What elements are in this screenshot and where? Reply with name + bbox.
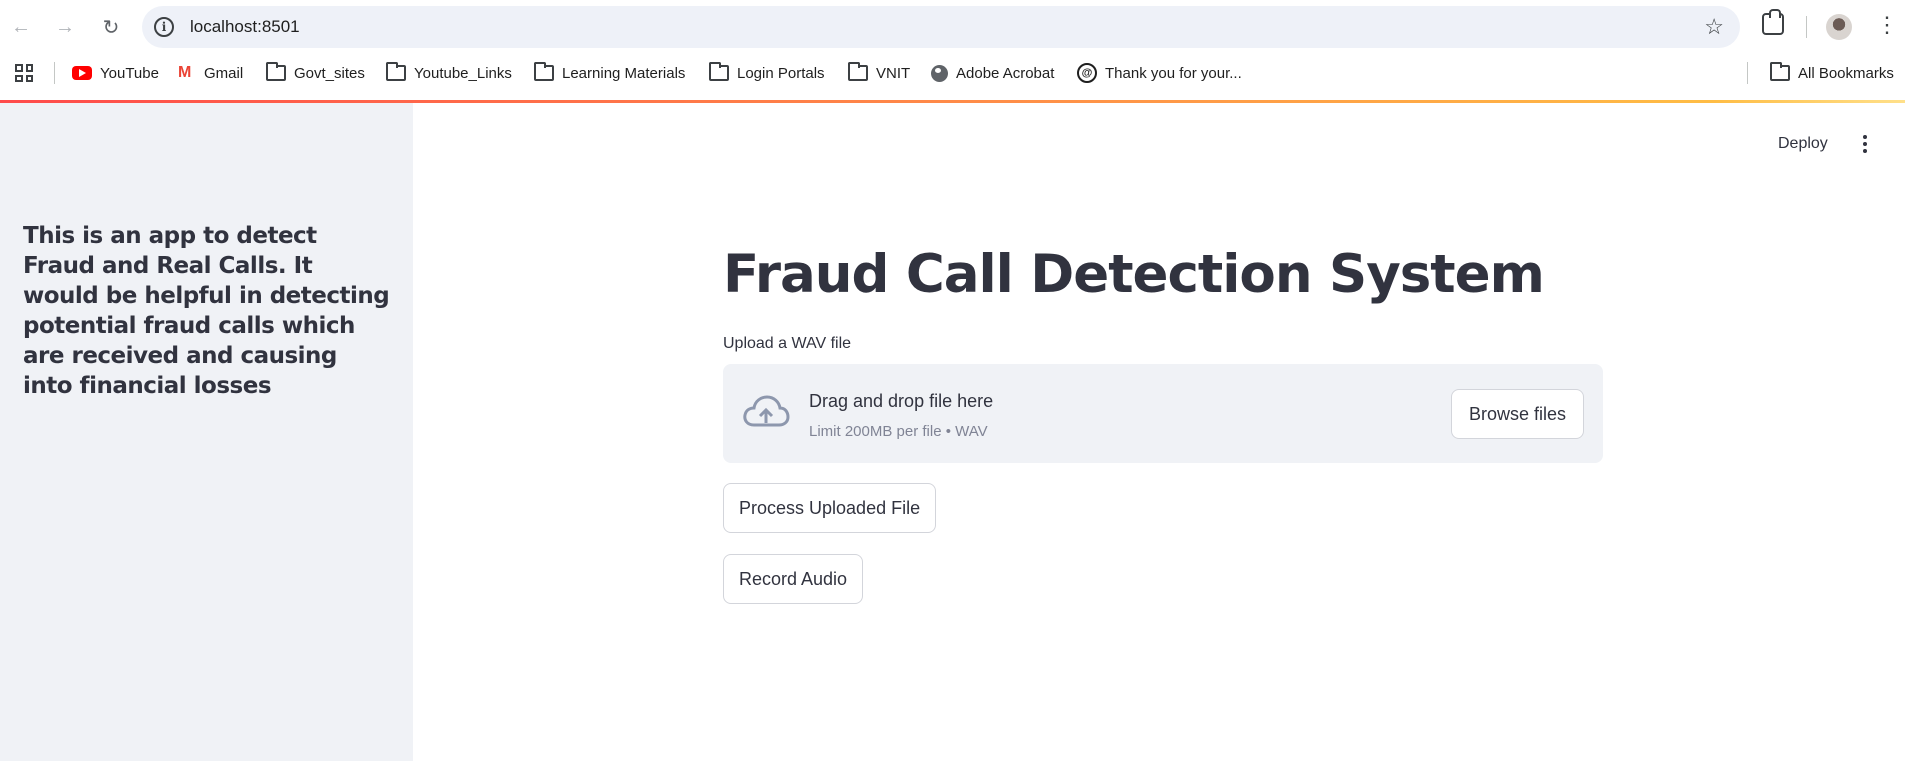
browser-toolbar: ← → ↻ i localhost:8501 ☆ ⋮ <box>0 0 1905 54</box>
upload-label: Upload a WAV file <box>723 335 852 352</box>
apps-grid-icon[interactable] <box>15 64 33 82</box>
file-dropzone[interactable]: Drag and drop file here Limit 200MB per … <box>723 364 1603 463</box>
folder-icon <box>1770 62 1790 81</box>
bookmark-learning-materials[interactable]: Learning Materials <box>534 61 685 85</box>
folder-icon <box>386 62 406 81</box>
bookmark-youtube-links[interactable]: Youtube_Links <box>386 61 512 85</box>
bookmark-label: Learning Materials <box>562 64 686 82</box>
back-arrow-icon[interactable]: ← <box>6 12 36 42</box>
more-options-icon[interactable] <box>1856 131 1874 157</box>
cloud-upload-icon <box>743 395 790 427</box>
bookmark-label: Gmail <box>204 64 244 82</box>
profile-avatar[interactable] <box>1826 14 1852 40</box>
deploy-button[interactable]: Deploy <box>1764 127 1842 161</box>
browse-files-button[interactable]: Browse files <box>1451 389 1584 439</box>
bookmarks-divider <box>54 62 55 84</box>
process-file-button[interactable]: Process Uploaded File <box>723 483 937 533</box>
bookmark-youtube[interactable]: YouTube <box>72 61 159 85</box>
bookmark-gmail[interactable]: M Gmail <box>178 61 243 85</box>
folder-icon <box>534 62 554 81</box>
sidebar: This is an app to detect Fraud and Real … <box>0 103 413 761</box>
bookmark-label: Youtube_Links <box>414 64 512 82</box>
all-bookmarks-label: All Bookmarks <box>1798 64 1894 82</box>
dropzone-title: Drag and drop file here <box>809 391 994 411</box>
all-bookmarks[interactable]: All Bookmarks <box>1770 61 1894 85</box>
bookmark-label: Govt_sites <box>294 64 365 82</box>
browser-menu-icon[interactable]: ⋮ <box>1876 14 1898 36</box>
youtube-icon <box>72 66 92 80</box>
folder-icon <box>709 62 729 81</box>
reload-icon[interactable]: ↻ <box>96 12 126 42</box>
folder-icon <box>848 62 868 81</box>
bookmark-label: VNIT <box>876 64 911 82</box>
sidebar-description: This is an app to detect Fraud and Real … <box>23 223 390 399</box>
extensions-icon[interactable] <box>1762 9 1784 35</box>
bookmark-vnit[interactable]: VNIT <box>848 61 910 85</box>
bookmarks-divider <box>1747 62 1748 84</box>
record-audio-button[interactable]: Record Audio <box>723 554 864 604</box>
url-text[interactable]: localhost:8501 <box>190 17 300 37</box>
bookmark-thank-you[interactable]: @ Thank you for your... <box>1077 61 1242 85</box>
bookmark-label: Thank you for your... <box>1105 64 1242 82</box>
forward-arrow-icon[interactable]: → <box>50 12 80 42</box>
site-info-icon[interactable]: i <box>154 17 174 37</box>
bookmark-label: YouTube <box>100 64 159 82</box>
bookmark-adobe-acrobat[interactable]: Adobe Acrobat <box>931 61 1054 85</box>
site-icon: @ <box>1077 63 1097 83</box>
bookmark-govt-sites[interactable]: Govt_sites <box>266 61 365 85</box>
bookmark-star-icon[interactable]: ☆ <box>1704 14 1724 40</box>
dropzone-limit: Limit 200MB per file • WAV <box>809 423 988 440</box>
folder-icon <box>266 62 286 81</box>
toolbar-divider <box>1806 16 1807 38</box>
bookmark-login-portals[interactable]: Login Portals <box>709 61 825 85</box>
bookmark-label: Adobe Acrobat <box>956 64 1055 82</box>
page-title: Fraud Call Detection System <box>723 244 1545 305</box>
globe-icon <box>931 64 948 82</box>
gmail-icon: M <box>178 64 192 81</box>
bookmark-label: Login Portals <box>737 64 825 82</box>
address-bar[interactable]: i localhost:8501 ☆ <box>142 6 1740 48</box>
